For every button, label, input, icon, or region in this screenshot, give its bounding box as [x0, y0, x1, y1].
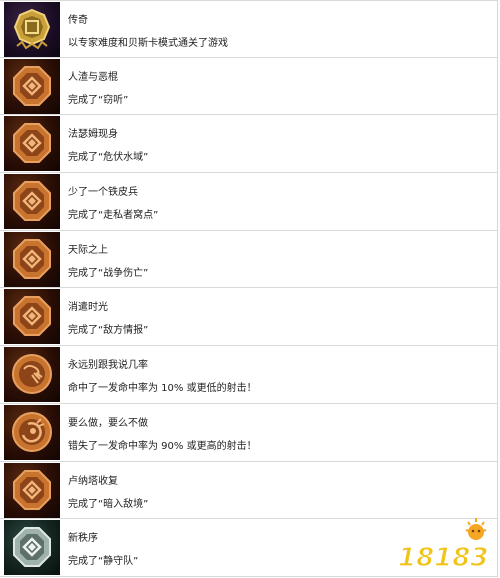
achievement-row: 要么做，要么不做 错失了一发命中率为 90% 或更高的射击！: [0, 403, 497, 462]
achievement-desc: 完成了“危伏水域”: [68, 152, 149, 164]
achievement-desc: 命中了一发命中率为 10% 或更低的射击！: [68, 383, 257, 395]
achievement-title: 卢纳塔收复: [68, 475, 118, 487]
achievement-desc: 完成了“走私者窝点”: [68, 210, 159, 222]
achievement-desc: 完成了“战争伤亡”: [68, 267, 149, 279]
achievement-title: 法瑟姆现身: [68, 129, 118, 141]
achievement-title: 人渣与恶棍: [68, 71, 118, 83]
bronze-round-hit-icon: [4, 347, 60, 403]
achievement-title: 永远别跟我说几率: [68, 360, 148, 372]
achievement-row: 少了一个铁皮兵 完成了“走私者窝点”: [0, 173, 497, 231]
achievement-row: 消遣时光 完成了“敌方情报”: [0, 288, 497, 347]
bronze-octagon-icon: [4, 462, 60, 518]
achievement-row: 卢纳塔收复 完成了“暗入敌境”: [0, 461, 497, 520]
achievement-title: 新秩序: [68, 533, 98, 545]
bronze-octagon-icon: [4, 289, 60, 345]
achievement-title: 要么做，要么不做: [68, 417, 148, 429]
bronze-octagon-icon: [4, 174, 60, 230]
achievement-desc: 完成了“窃听”: [68, 94, 129, 106]
achievement-row: 法瑟姆现身 完成了“危伏水域”: [0, 115, 497, 174]
achievement-desc: 错失了一发命中率为 90% 或更高的射击！: [68, 440, 257, 452]
bronze-round-miss-icon: [4, 404, 60, 460]
achievement-row: 天际之上 完成了“战争伤亡”: [0, 230, 497, 289]
site-watermark-logo: 18183: [396, 514, 496, 574]
achievement-desc: 完成了“敌方情报”: [68, 325, 149, 337]
achievement-desc: 完成了“暗入敌境”: [68, 498, 149, 510]
bronze-octagon-icon: [4, 231, 60, 287]
achievement-title: 少了一个铁皮兵: [68, 187, 138, 199]
achievement-row: 传奇 以专家难度和贝斯卡模式通关了游戏: [0, 0, 497, 58]
achievement-desc: 以专家难度和贝斯卡模式通关了游戏: [68, 38, 228, 49]
achievement-row: 人渣与恶棍 完成了“窃听”: [0, 57, 497, 116]
watermark-text: 18183: [398, 543, 488, 573]
achievement-desc: 完成了“静守队”: [68, 556, 139, 568]
achievement-row: 永远别跟我说几率 命中了一发命中率为 10% 或更低的射击！: [0, 346, 497, 404]
bronze-octagon-icon: [4, 116, 60, 172]
silver-octagon-icon: [4, 520, 60, 576]
achievement-title: 天际之上: [68, 244, 108, 256]
achievement-title: 传奇: [68, 15, 88, 26]
achievement-list: 传奇 以专家难度和贝斯卡模式通关了游戏 人渣与恶棍 完成了“窃听” 法瑟姆现身 …: [0, 0, 498, 577]
achievement-title: 消遣时光: [68, 302, 108, 314]
sun-mascot-icon: [465, 518, 487, 540]
bronze-octagon-icon: [4, 58, 60, 114]
gold-emblem-icon: [4, 2, 60, 57]
